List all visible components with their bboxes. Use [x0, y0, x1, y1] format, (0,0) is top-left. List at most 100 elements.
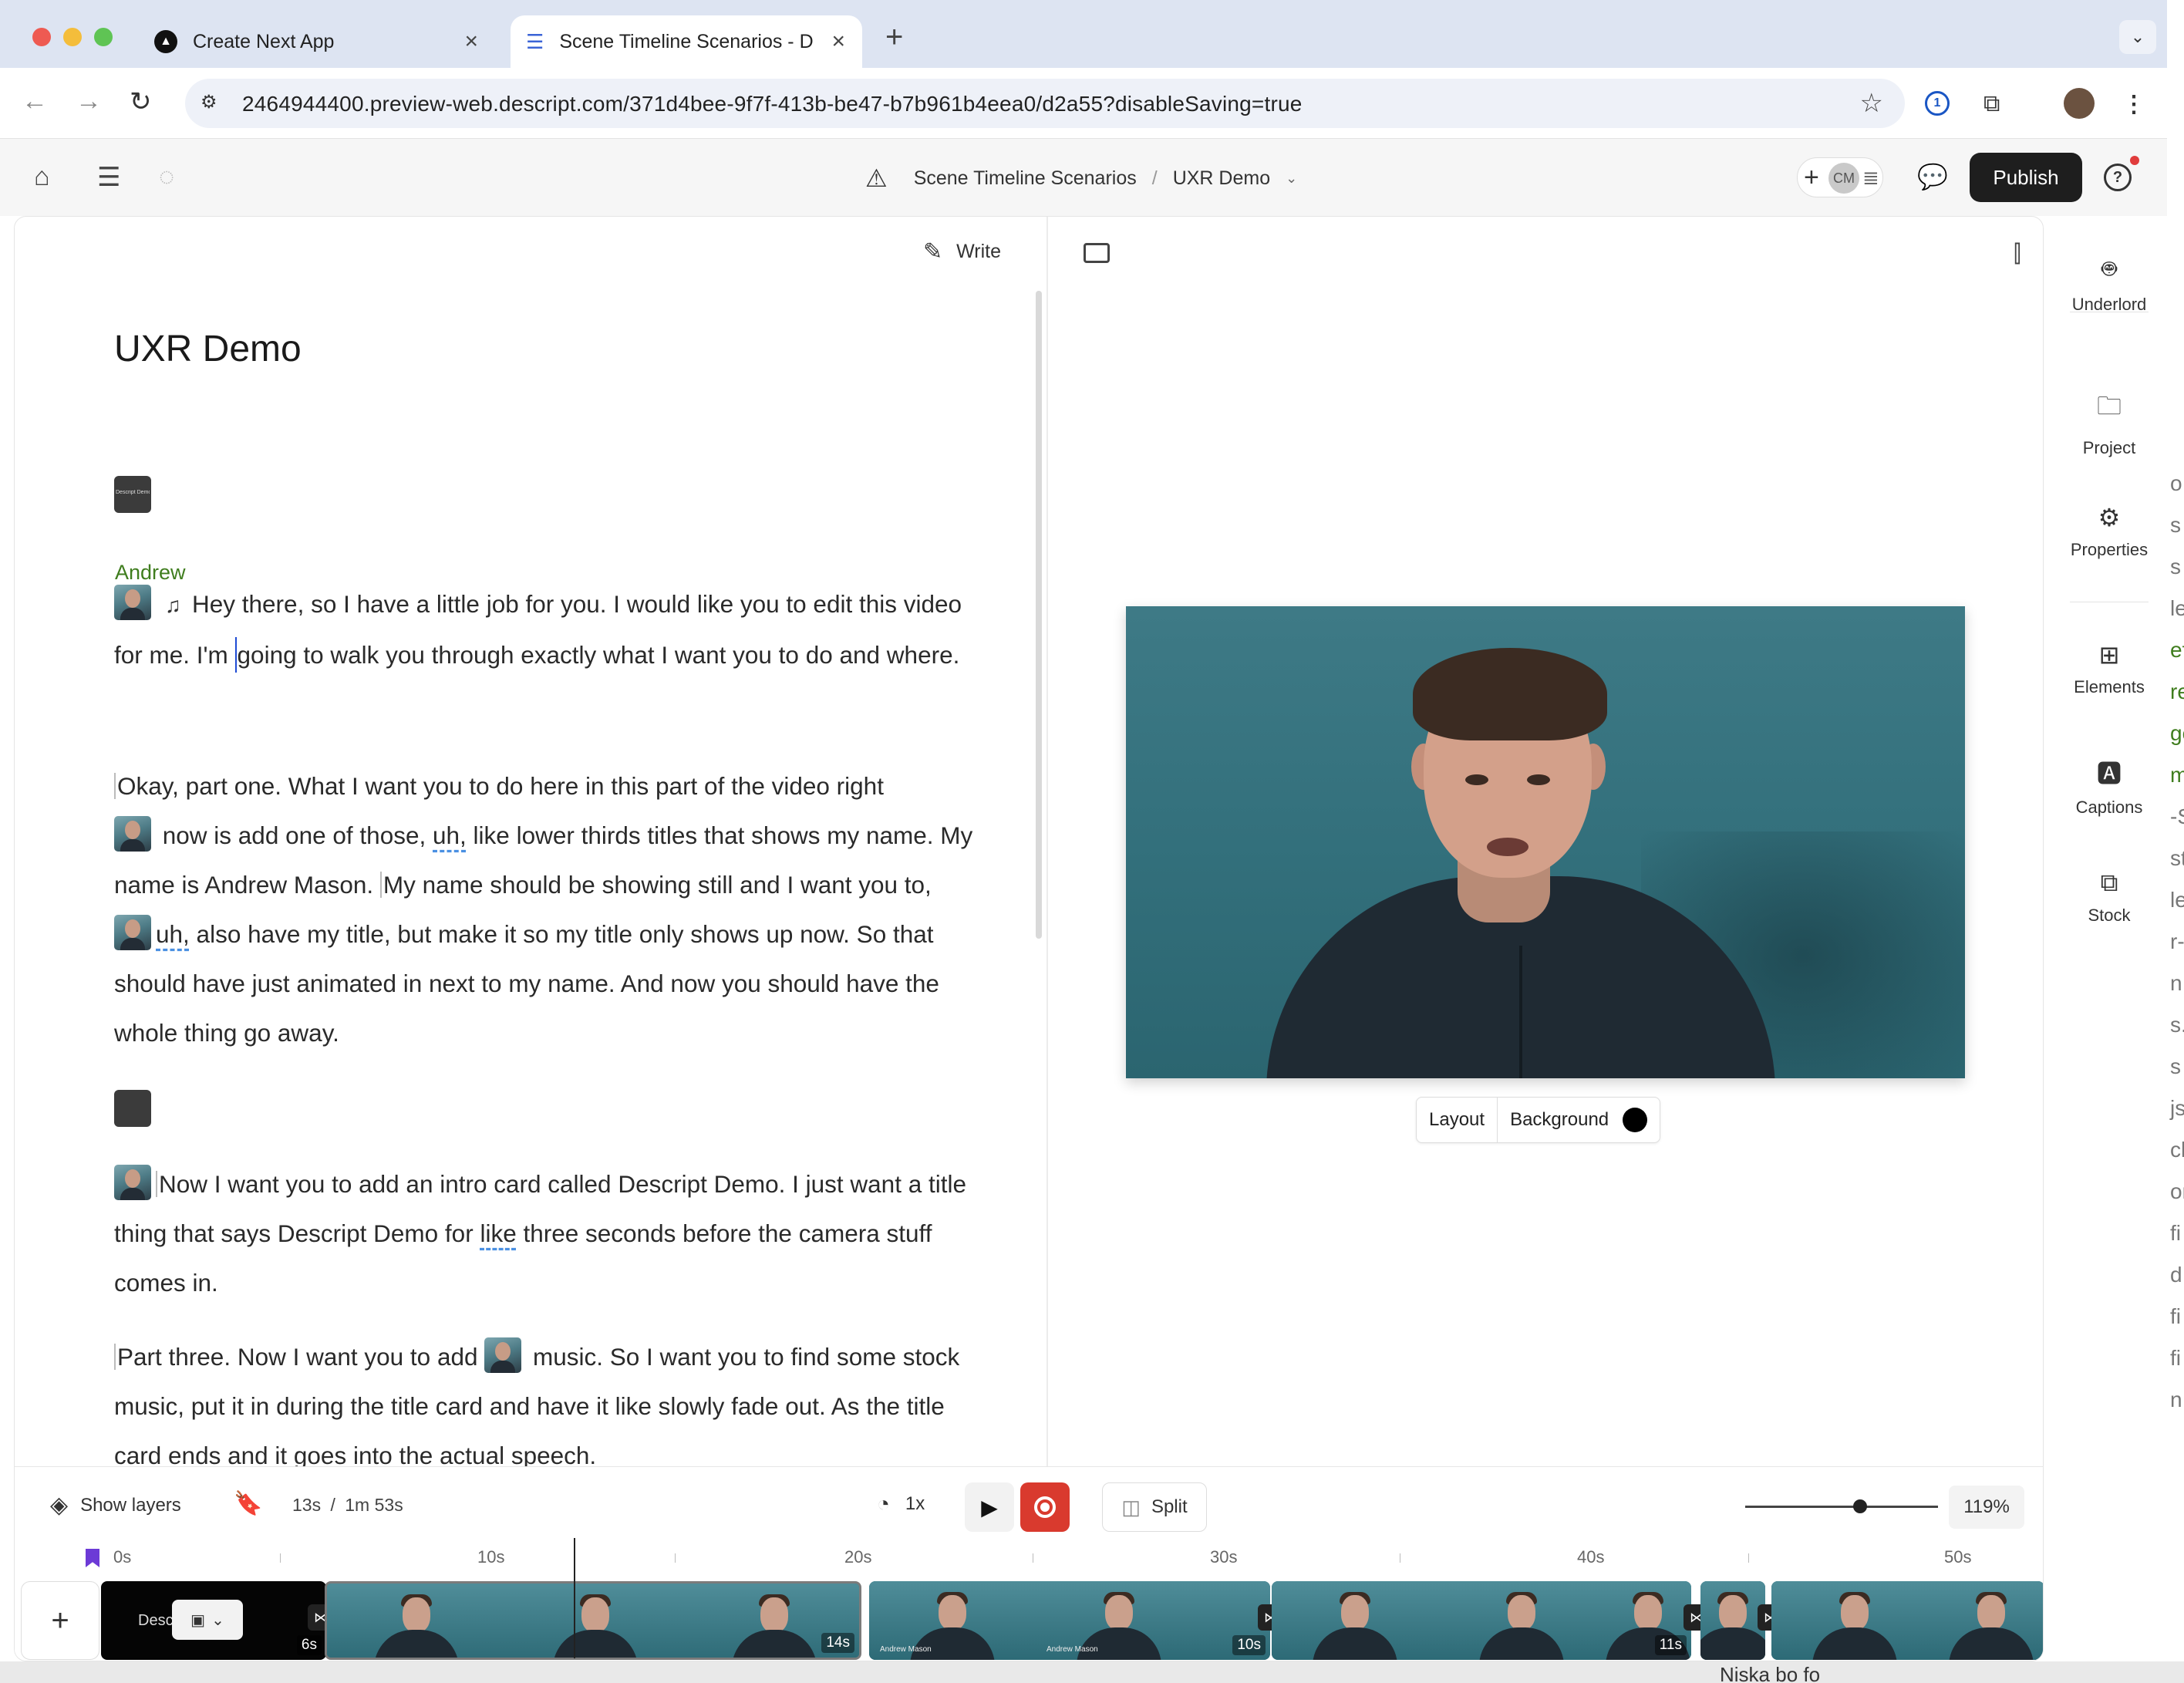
clip-duration: 11s [1654, 1635, 1687, 1655]
video-clip[interactable]: 14s [325, 1581, 861, 1660]
fit-canvas-icon[interactable] [1084, 243, 1110, 263]
bookmark-star-icon[interactable]: ☆ [1860, 88, 1883, 119]
close-tab-icon[interactable]: × [831, 29, 845, 55]
composition-name[interactable]: UXR Demo [1173, 167, 1270, 190]
profile-avatar[interactable] [2064, 88, 2095, 119]
password-manager-icon[interactable]: 1 [1925, 91, 1950, 116]
forward-icon[interactable]: → [76, 86, 102, 116]
window-minimize-button[interactable] [63, 28, 82, 46]
video-clip[interactable] [1771, 1581, 2043, 1660]
collapse-panel-icon[interactable]: ⫿ [2014, 241, 2021, 268]
activity-icon[interactable]: ≣ [1862, 166, 1879, 190]
scene-thumbnail[interactable] [114, 915, 151, 950]
zoom-slider-thumb[interactable] [1853, 1499, 1867, 1513]
script-text: now is add one of those, [156, 821, 433, 849]
script-text: also have my title, but make it so my ti… [114, 920, 939, 1047]
zoom-percentage[interactable]: 119% [1949, 1486, 2024, 1529]
sidebar-item-project[interactable]: 🗀 Project [2051, 389, 2167, 458]
filler-word[interactable]: uh, [156, 920, 190, 948]
filler-word[interactable]: uh, [433, 821, 467, 849]
script-paragraph[interactable]: Now I want you to add an intro card call… [114, 1159, 978, 1307]
help-icon[interactable]: ? [2104, 164, 2132, 191]
back-icon[interactable]: ← [22, 86, 48, 116]
background-window-bottom-text: Niska bo fo [1720, 1663, 1821, 1683]
background-window-char: js [2170, 1096, 2184, 1120]
script-scrollbar[interactable] [1036, 291, 1042, 939]
close-tab-icon[interactable]: × [464, 29, 478, 55]
sidebar-item-properties[interactable]: ⚙ Properties [2051, 503, 2167, 560]
document-title[interactable]: UXR Demo [114, 328, 302, 370]
background-window-char: d [2170, 1263, 2182, 1287]
sidebar-item-stock[interactable]: ⧉ Stock [2051, 868, 2167, 926]
play-button[interactable]: ▶ [965, 1482, 1014, 1532]
window-close-button[interactable] [32, 28, 51, 46]
sidebar-item-underlord[interactable]: 🤖︎ Underlord [2051, 251, 2167, 315]
background-window-char: -S [2170, 804, 2184, 828]
sidebar-item-captions[interactable]: 🅰︎ Captions [2051, 754, 2167, 818]
title-card-thumbnail-text: Descript Demo [116, 490, 150, 495]
background-color-swatch[interactable] [1623, 1108, 1648, 1132]
collaborators-group[interactable]: + CM ≣ [1797, 157, 1883, 197]
ruler-label: 20s [844, 1547, 872, 1567]
script-editor[interactable]: ✎ Write UXR Demo Descript Demo Andrew ♫ H… [15, 217, 1045, 1466]
video-preview[interactable] [1126, 606, 1965, 1078]
layers-icon: ◈ [50, 1492, 69, 1518]
layout-picker[interactable]: ▣ ⌄ [172, 1600, 243, 1640]
more-menu-icon[interactable]: ⋮ [2122, 91, 2145, 118]
scene-card-thumbnail[interactable] [114, 1090, 151, 1127]
scene-thumbnail[interactable] [114, 1165, 151, 1200]
title-card-thumbnail[interactable]: Descript Demo [114, 476, 151, 513]
layout-button[interactable]: Layout [1417, 1098, 1497, 1142]
show-layers-button[interactable]: ◈ Show layers [50, 1492, 181, 1519]
address-bar[interactable]: ⚙ 2464944400.preview-web.descript.com/37… [185, 79, 1905, 128]
extensions-puzzle-icon[interactable]: ⧉ [1983, 91, 2000, 117]
window-maximize-button[interactable] [94, 28, 113, 46]
add-scene-button[interactable]: + [21, 1581, 99, 1660]
marker-flag-icon[interactable] [86, 1549, 99, 1567]
write-button[interactable]: ✎ Write [923, 238, 1001, 265]
ruler-tick [1748, 1553, 1749, 1563]
script-paragraph[interactable]: Part three. Now I want you to add music.… [114, 1332, 978, 1466]
add-collaborator-icon[interactable]: + [1804, 163, 1819, 193]
split-button[interactable]: ◫ Split [1102, 1482, 1207, 1532]
reload-icon[interactable]: ↻ [130, 86, 152, 117]
music-note-icon: ♫ [165, 593, 181, 617]
zoom-slider[interactable] [1745, 1506, 1938, 1508]
script-paragraph[interactable]: ♫ Hey there, so I have a little job for y… [114, 579, 978, 680]
scene-thumbnail[interactable] [114, 585, 151, 620]
home-icon[interactable]: ⌂ [34, 162, 50, 192]
timeline-toolbar: ◈ Show layers 🔖 13s / 1m 53s ◔ 1x ▶ ◫ Sp… [15, 1467, 2043, 1544]
scene-thumbnail[interactable] [114, 816, 151, 852]
new-tab-icon[interactable]: + [885, 20, 903, 55]
script-text: going to walk you through exactly what I… [237, 641, 960, 669]
video-clip[interactable]: Andrew Mason Andrew Mason 10s [869, 1581, 1270, 1660]
clip-duration: 10s [1232, 1635, 1266, 1655]
video-clip[interactable]: 11s [1272, 1581, 1691, 1660]
playback-speed-button[interactable]: ◔ 1x [877, 1492, 925, 1516]
comments-icon[interactable]: 💬 [1917, 162, 1948, 191]
background-window-char: n [2170, 1388, 2182, 1411]
tab-scene-timeline[interactable]: ☰ Scene Timeline Scenarios - D × [511, 15, 862, 68]
background-window-char: le [2170, 596, 2184, 620]
script-paragraph[interactable]: Okay, part one. What I want you to do he… [114, 761, 978, 1057]
tab-create-next-app[interactable]: ▲ Create Next App × [140, 15, 495, 68]
background-button[interactable]: Background [1497, 1098, 1660, 1142]
chevron-down-icon[interactable]: ⌄ [2119, 20, 2156, 54]
saved-check-icon: ◌ [159, 162, 175, 191]
record-button[interactable] [1020, 1482, 1070, 1532]
scene-thumbnail[interactable] [484, 1337, 522, 1373]
chevron-down-icon[interactable]: ⌄ [1286, 170, 1297, 187]
menu-icon[interactable]: ☰ [97, 162, 120, 193]
video-clip[interactable] [1700, 1581, 1765, 1660]
sidebar-item-elements[interactable]: ⊞ Elements [2051, 640, 2167, 697]
site-settings-icon[interactable]: ⚙ [201, 91, 225, 116]
title-card-clip[interactable]: Desc ▣ ⌄ 6s [101, 1581, 326, 1660]
bookmark-icon[interactable]: 🔖 [234, 1490, 262, 1517]
filler-word[interactable]: like [480, 1219, 516, 1247]
sidebar-item-label: Elements [2074, 677, 2145, 696]
publish-button[interactable]: Publish [1970, 153, 2082, 202]
project-name[interactable]: Scene Timeline Scenarios [914, 167, 1137, 190]
playhead[interactable] [574, 1538, 575, 1658]
timeline-ruler[interactable]: 0s 10s 20s 30s 40s 50s [15, 1544, 2043, 1577]
background-window-char: ck [2170, 1138, 2184, 1162]
